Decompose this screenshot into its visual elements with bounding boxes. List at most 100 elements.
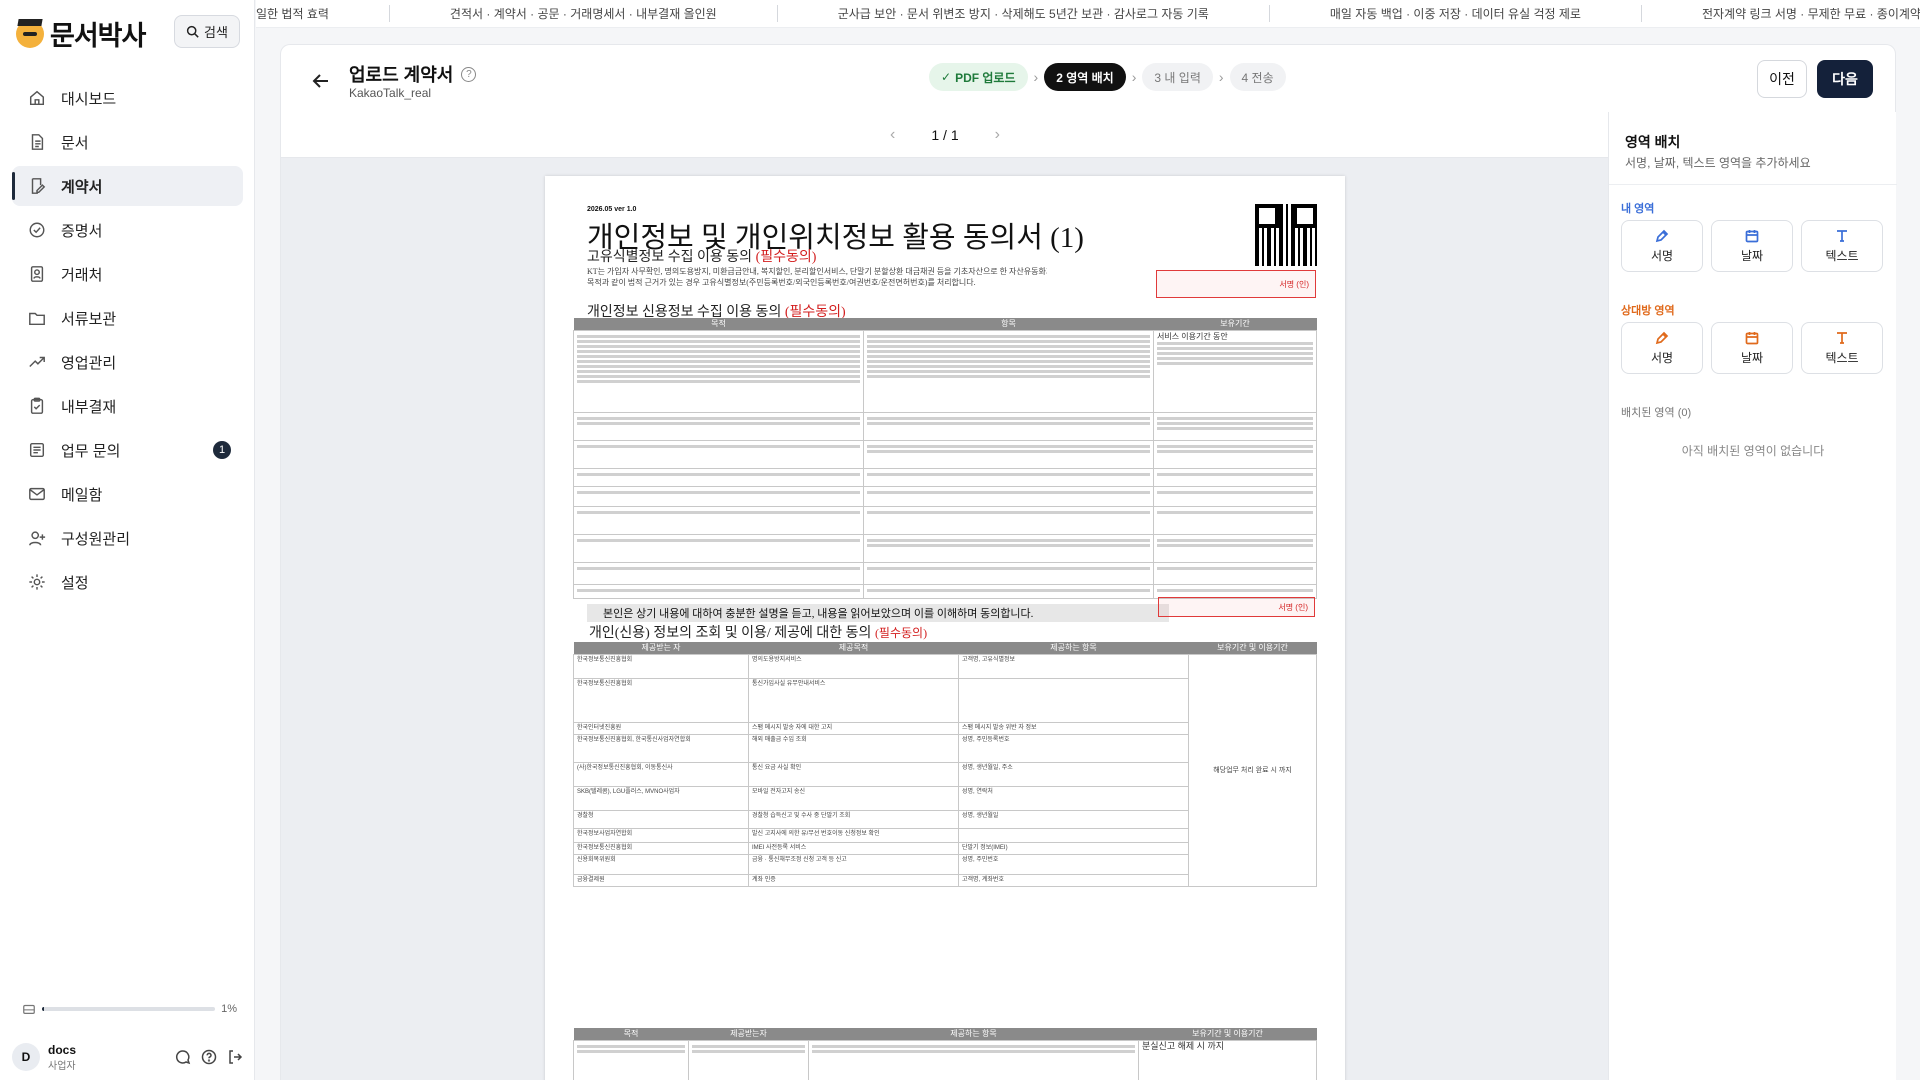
table-cell: 발신 고지사에 의한 유/무선 번호이동 신청정보 확인 [748, 827, 959, 843]
table-cell: 통신가입사실 유무안내서비스 [748, 677, 959, 723]
my-signature-tool[interactable]: 서명 [1621, 220, 1703, 272]
trend-up-icon [28, 353, 46, 371]
editor-header: 업로드 계약서 ? KakaoTalk_real ✓ PDF 업로드 › 2 영역… [280, 44, 1896, 112]
panel-title: 영역 배치 [1625, 134, 1681, 150]
table-cell: 한국인터넷진흥원 [573, 721, 749, 735]
counterparty-text-tool[interactable]: 텍스트 [1801, 322, 1883, 374]
table-cell [573, 561, 864, 585]
check-circle-icon [28, 221, 46, 239]
table-header: 보유기간 [1153, 318, 1317, 330]
sidebar-item-clients[interactable]: 거래처 [12, 254, 243, 294]
table-cell: 스팸 메시지 발송 위반 자 정보 [958, 721, 1189, 735]
table-cell: 해외 매출금 수입 조회 [748, 733, 959, 763]
table-cell [573, 411, 864, 441]
table-cell: IMEI 사전등록 서비스 [748, 841, 959, 855]
step-label: 2 영역 배치 [1056, 70, 1114, 85]
sidebar-item-approval[interactable]: 내부결재 [12, 386, 243, 426]
tool-label: 날짜 [1740, 351, 1764, 365]
table-header: 보유기간 및 이용기간 [1188, 642, 1317, 654]
table-cell: 금융 · 통신채무조정 신청 고객 등 신고 [748, 853, 959, 875]
search-button[interactable]: 검색 [174, 15, 240, 48]
help-icon[interactable]: ? [461, 66, 477, 82]
step-upload[interactable]: ✓ PDF 업로드 [929, 63, 1028, 91]
table-header: 목적 [573, 1028, 689, 1040]
sidebar-item-contracts[interactable]: 계약서 [12, 166, 243, 206]
home-icon [28, 89, 46, 107]
table-cell [1153, 583, 1317, 599]
chevron-right-icon: › [1218, 69, 1224, 85]
tool-label: 서명 [1650, 249, 1674, 263]
search-label: 검색 [204, 25, 228, 40]
back-arrow-icon[interactable] [311, 71, 331, 91]
table-cell: 서비스 이용기간 동안 [1153, 329, 1317, 413]
table-cell [863, 485, 1154, 507]
next-button[interactable]: 다음 [1817, 60, 1873, 98]
table-header: 제공하는 항목 [958, 642, 1189, 654]
doc-section-3: 개인(신용) 정보의 조회 및 이용/ 제공에 대한 동의 (필수동의) [589, 622, 927, 642]
counterparty-signature-tool[interactable]: 서명 [1621, 322, 1703, 374]
provision-table-2: 목적 제공받는자 제공하는 항목 보유기간 및 이용기간 분실신고 해제 시 까지 [573, 1028, 1317, 1080]
tool-label: 서명 [1650, 351, 1674, 365]
sidebar-item-members[interactable]: 구성원관리 [12, 518, 243, 558]
help-circle-icon[interactable] [201, 1049, 217, 1065]
counterparty-date-tool[interactable]: 날짜 [1711, 322, 1793, 374]
table-cell: 명의도용방지서비스 [748, 653, 959, 679]
ticker-item: 일한 법적 효력 [256, 5, 390, 22]
table-header: 목적 [573, 318, 864, 330]
table-cell: 고객명, 계좌번호 [958, 873, 1189, 887]
table-cell: 계좌 인증 [748, 873, 959, 887]
sidebar-item-mail[interactable]: 메일함 [12, 474, 243, 514]
table-header: 제공받는 자 [573, 642, 749, 654]
consent-table-1: 목적 항목 보유기간 서비스 이용기간 동안 [573, 318, 1317, 599]
logo[interactable]: 문서박사 [16, 14, 146, 53]
table-cell: 분실신고 해제 시 까지 [1138, 1039, 1317, 1080]
logout-icon[interactable] [227, 1049, 243, 1065]
step-my-input[interactable]: 3 내 입력 [1142, 63, 1213, 91]
required-tag: (필수동의) [874, 626, 928, 640]
storage-progress-fill [42, 1007, 44, 1011]
table-cell [1153, 439, 1317, 469]
storage-usage: 1% [22, 1002, 237, 1016]
step-place-areas[interactable]: 2 영역 배치 [1044, 63, 1126, 91]
my-date-tool[interactable]: 날짜 [1711, 220, 1793, 272]
table-cell: 성명, 주민번호 [958, 853, 1189, 875]
table-header: 항목 [863, 318, 1154, 330]
logo-text: 문서박사 [50, 21, 146, 51]
table-cell: 경찰청 습득신고 및 수사 중 단말기 조회 [748, 809, 959, 829]
chat-icon[interactable] [175, 1049, 191, 1065]
table-cell: 스팸 메시지 발송 자에 대한 고지 [748, 721, 959, 735]
sidebar-item-sales[interactable]: 영업관리 [12, 342, 243, 382]
previous-button[interactable]: 이전 [1757, 60, 1807, 98]
step-send[interactable]: 4 전송 [1229, 63, 1286, 91]
signature-box[interactable]: 서명 (인) [1158, 597, 1315, 617]
sidebar-item-dashboard[interactable]: 대시보드 [12, 78, 243, 118]
step-label: 4 전송 [1241, 70, 1274, 85]
step-label: 3 내 입력 [1154, 70, 1201, 85]
sidebar-item-settings[interactable]: 설정 [12, 562, 243, 602]
previous-page-icon[interactable]: ‹ [890, 126, 895, 144]
pdf-page[interactable]: 2026.05 ver 1.0 개인정보 및 개인위치정보 활용 동의서 (1)… [545, 176, 1345, 1080]
next-page-icon[interactable]: › [995, 126, 1000, 144]
sidebar-item-certificates[interactable]: 증명서 [12, 210, 243, 250]
sidebar-item-documents[interactable]: 문서 [12, 122, 243, 162]
my-text-tool[interactable]: 텍스트 [1801, 220, 1883, 272]
table-header: 제공받는자 [688, 1028, 809, 1040]
agreement-statement: 본인은 상기 내용에 대하여 충분한 설명을 듣고, 내용을 읽어보았으며 이를… [587, 604, 1169, 622]
signature-box[interactable]: 서명 (인) [1156, 270, 1316, 298]
doc-text-line: KT는 가입자 사무확인, 명의도용방지, 미환급금안내, 복지할인, 분리할인… [587, 267, 1047, 276]
doc-section-1-body: KT는 가입자 사무확인, 명의도용방지, 미환급금안내, 복지할인, 분리할인… [587, 266, 1047, 288]
gear-icon [28, 573, 46, 591]
table-cell: 한국정보통신진흥협회, 한국통신사업자연합회 [573, 733, 749, 763]
table-cell: 해당업무 처리 완료 시 까지 [1188, 653, 1317, 887]
user-name: docs [48, 1042, 77, 1057]
table-cell [863, 467, 1154, 487]
table-cell [863, 439, 1154, 469]
sidebar-item-label: 구성원관리 [61, 530, 131, 548]
sidebar-item-inquiry[interactable]: 업무 문의 1 [12, 430, 243, 470]
avatar[interactable]: D [12, 1043, 40, 1071]
sidebar-item-archive[interactable]: 서류보관 [12, 298, 243, 338]
sidebar-nav: 대시보드 문서 계약서 증명서 거래처 서류보관 영업관리 내부결재 업무 문의… [12, 78, 243, 606]
ticker-item: 군사급 보안 · 문서 위변조 방지 · 삭제해도 5년간 보관 · 감사로그 … [778, 5, 1270, 22]
doc-text-line: 목적과 같이 법적 근거가 있는 경우 고유식별정보(주민등록번호/외국인등록번… [587, 278, 976, 287]
document-viewer[interactable]: ‹ 1 / 1 › 2026.05 ver 1.0 개인정보 및 개인위치정보 … [280, 112, 1608, 1080]
